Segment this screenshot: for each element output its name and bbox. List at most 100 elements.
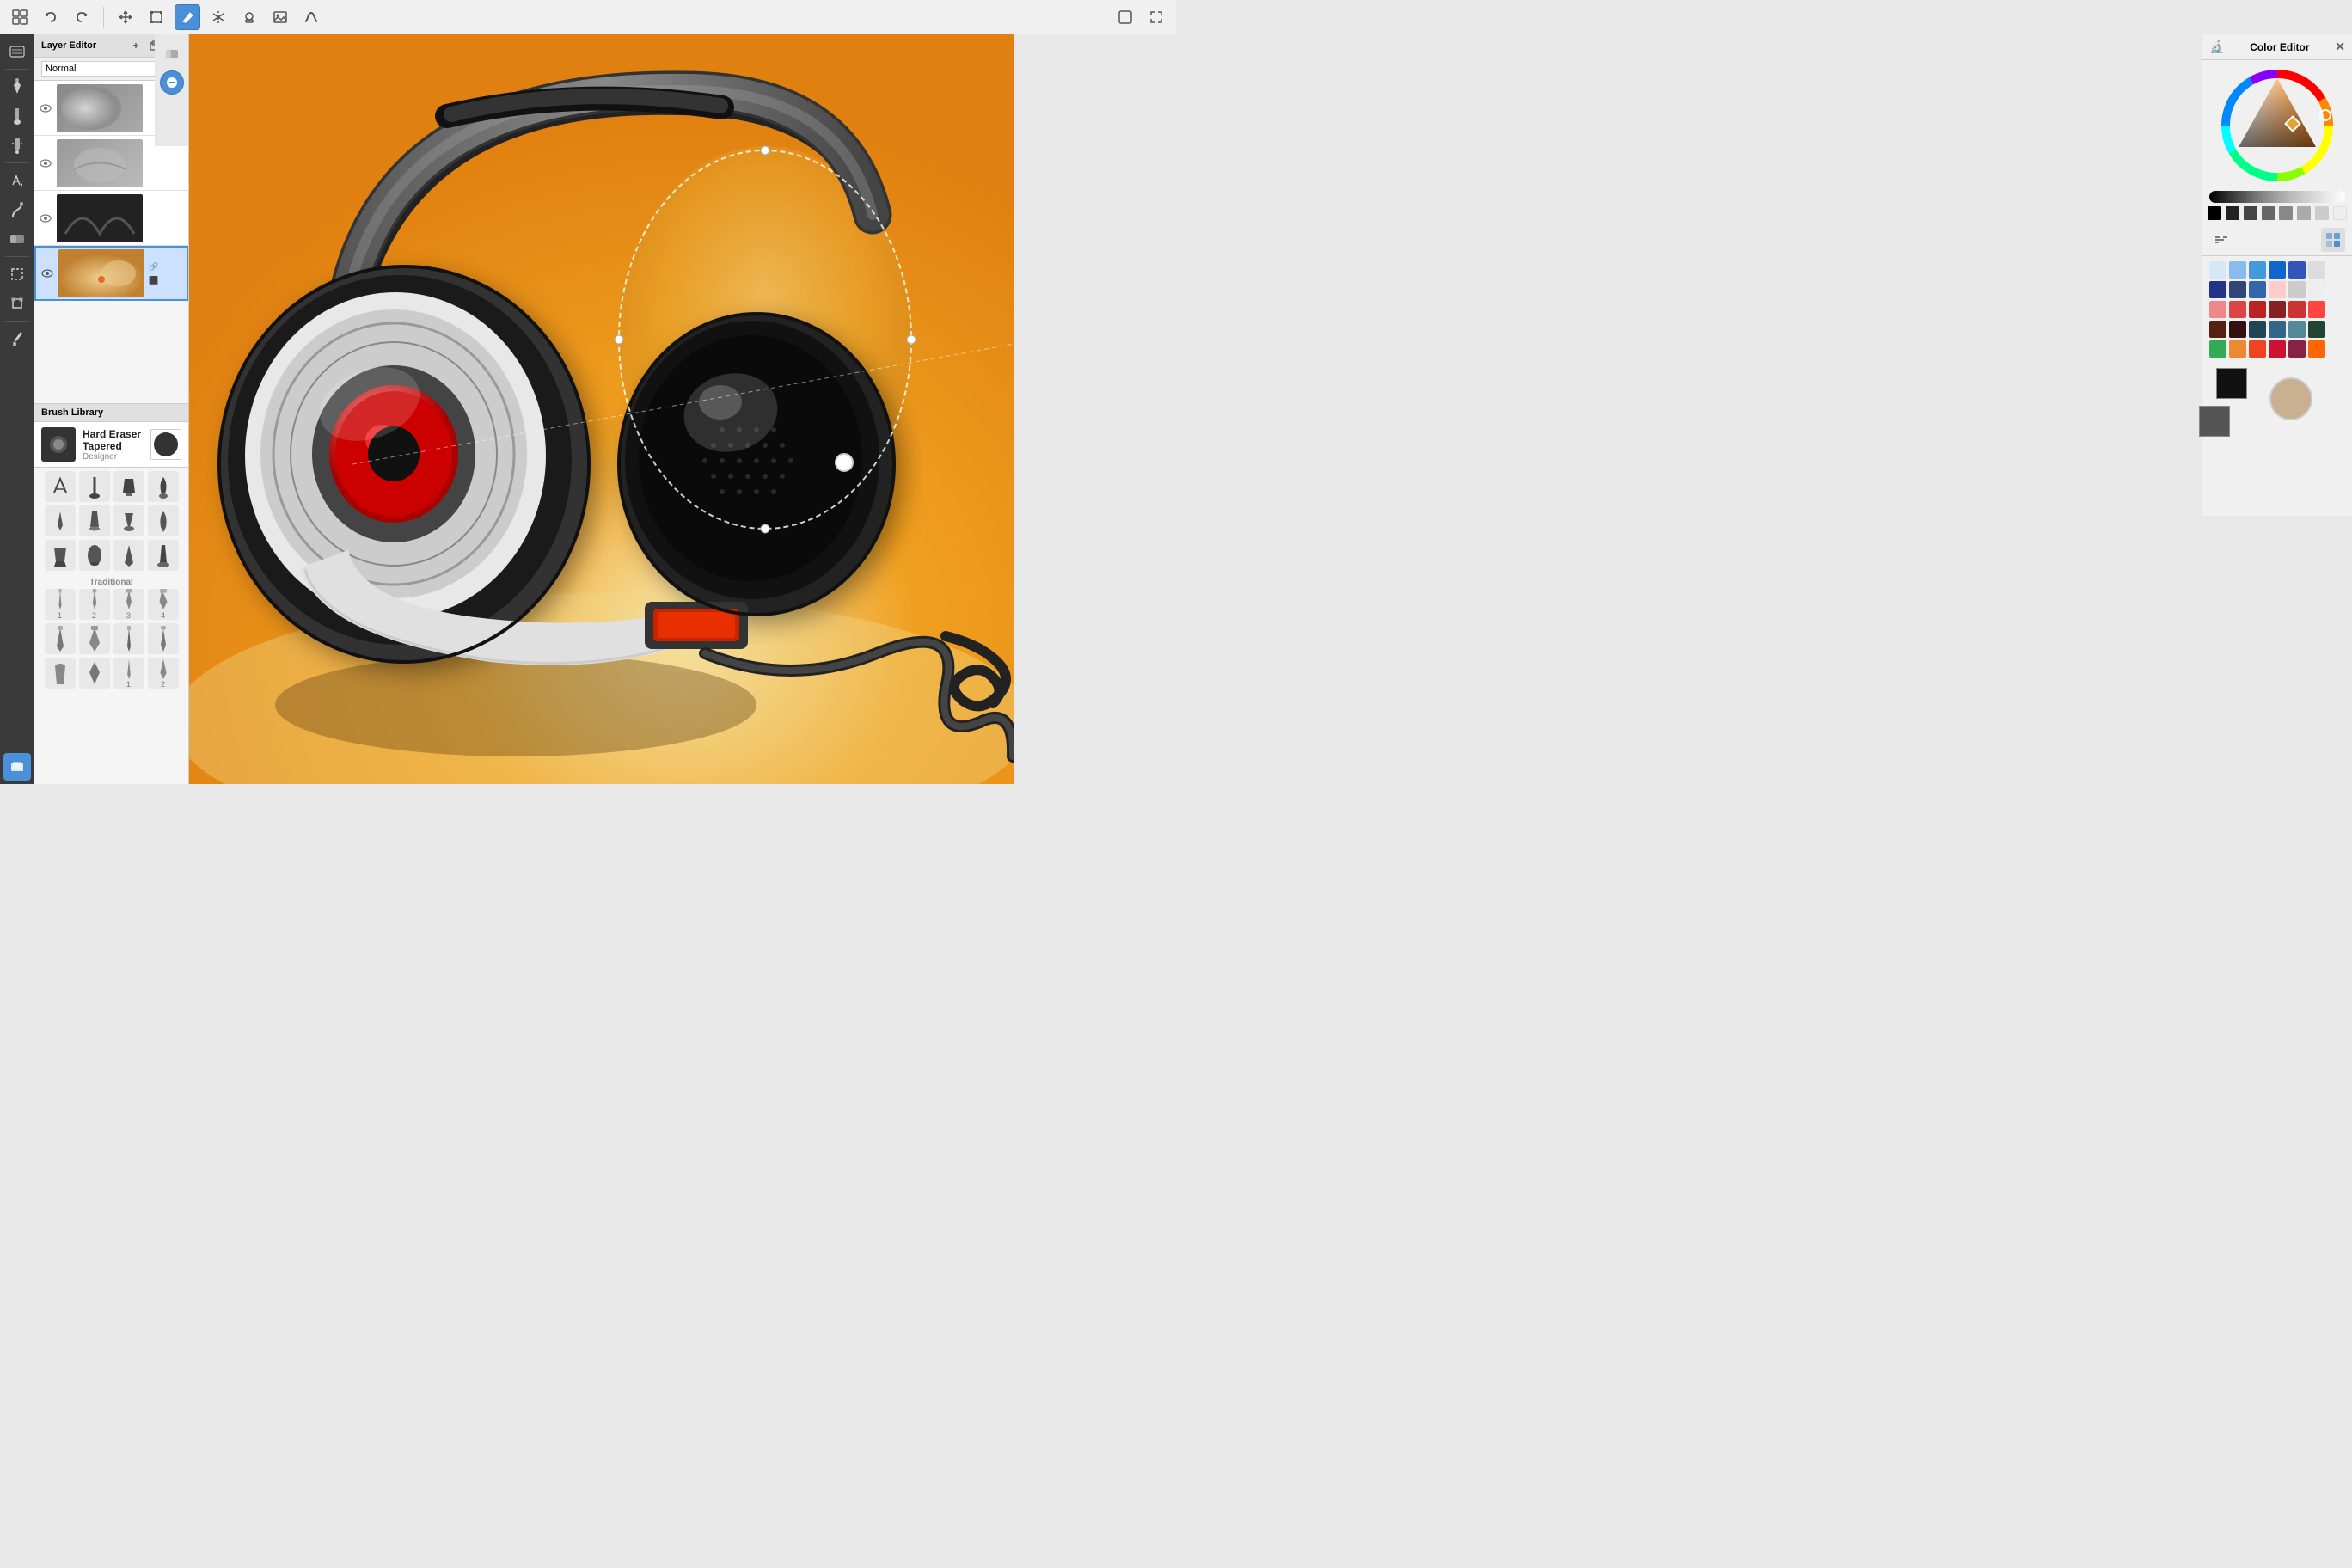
- brush-item[interactable]: [113, 471, 144, 502]
- color-wheel[interactable]: [2217, 65, 2337, 186]
- brush-item-trad[interactable]: [148, 623, 179, 654]
- tool-fill[interactable]: [3, 167, 31, 194]
- brush-item-trad[interactable]: 1: [113, 658, 144, 689]
- layer-mask-button[interactable]: ⬛: [148, 274, 160, 286]
- color-swatch[interactable]: [2269, 261, 2286, 279]
- color-eyedropper-icon[interactable]: 🔬: [2209, 40, 2224, 54]
- gray-swatch[interactable]: [2208, 206, 2221, 220]
- maximize-button[interactable]: [1112, 4, 1138, 30]
- color-swatch[interactable]: [2229, 321, 2246, 338]
- tool-eyedropper[interactable]: [3, 325, 31, 352]
- brush-item-trad[interactable]: [45, 623, 76, 654]
- color-swatch[interactable]: [2209, 321, 2226, 338]
- color-swatch[interactable]: [2269, 281, 2286, 298]
- brush-item[interactable]: [45, 540, 76, 571]
- tool-active-layer[interactable]: [3, 753, 31, 781]
- color-swatch[interactable]: [2209, 301, 2226, 318]
- symmetry-button[interactable]: [205, 4, 231, 30]
- color-palette-button[interactable]: [2321, 228, 2345, 252]
- draw-button[interactable]: [175, 4, 200, 30]
- brush-item[interactable]: [148, 471, 179, 502]
- gray-swatch[interactable]: [2226, 206, 2239, 220]
- brush-item[interactable]: [45, 471, 76, 502]
- color-swatch[interactable]: [2308, 281, 2325, 298]
- brush-item-trad[interactable]: [45, 658, 76, 689]
- brush-item-trad[interactable]: [79, 658, 110, 689]
- color-swatch[interactable]: [2288, 340, 2306, 358]
- brush-item-trad[interactable]: 3: [113, 589, 144, 620]
- layer-item-active[interactable]: 🔗 ⬛: [34, 246, 188, 301]
- background-color-swatch[interactable]: [2199, 406, 2230, 437]
- color-swatch[interactable]: [2308, 261, 2325, 279]
- brush-item-trad[interactable]: 4: [148, 589, 179, 620]
- brush-item-trad[interactable]: 1: [45, 589, 76, 620]
- color-swatch[interactable]: [2308, 301, 2325, 318]
- color-swatch[interactable]: [2249, 281, 2266, 298]
- foreground-color-swatch[interactable]: [2216, 368, 2247, 399]
- brush-item[interactable]: [113, 505, 144, 536]
- layer-link-button[interactable]: 🔗: [148, 260, 160, 273]
- color-swatch[interactable]: [2308, 340, 2325, 358]
- gray-swatch[interactable]: [2297, 206, 2311, 220]
- brush-item[interactable]: [113, 540, 144, 571]
- color-swatch[interactable]: [2288, 261, 2306, 279]
- layout-button[interactable]: [7, 4, 33, 30]
- curve-button[interactable]: [298, 4, 324, 30]
- color-swatch[interactable]: [2288, 281, 2306, 298]
- eraser-soft-button[interactable]: [160, 41, 184, 65]
- color-swatch[interactable]: [2249, 340, 2266, 358]
- tool-keyboard[interactable]: [3, 38, 31, 65]
- color-swatch[interactable]: [2209, 261, 2226, 279]
- undo-button[interactable]: [38, 4, 64, 30]
- color-mix-button[interactable]: [2209, 228, 2233, 252]
- color-swatch[interactable]: [2229, 340, 2246, 358]
- move-button[interactable]: [113, 4, 138, 30]
- color-swatch[interactable]: [2269, 321, 2286, 338]
- grayscale-strip[interactable]: [2209, 191, 2345, 203]
- color-swatch[interactable]: [2209, 340, 2226, 358]
- add-layer-button[interactable]: +: [128, 38, 144, 53]
- color-swatch[interactable]: [2249, 321, 2266, 338]
- brush-item-trad[interactable]: [79, 623, 110, 654]
- tool-pen[interactable]: [3, 73, 31, 101]
- color-swatch[interactable]: [2269, 340, 2286, 358]
- brush-item-trad[interactable]: 2: [148, 658, 179, 689]
- brush-item[interactable]: [148, 505, 179, 536]
- redo-button[interactable]: [69, 4, 95, 30]
- color-swatch[interactable]: [2288, 301, 2306, 318]
- fullscreen-button[interactable]: [1143, 4, 1169, 30]
- color-swatch[interactable]: [2229, 301, 2246, 318]
- gray-swatch[interactable]: [2333, 206, 2347, 220]
- color-swatch[interactable]: [2209, 281, 2226, 298]
- color-wheel-container[interactable]: [2202, 60, 2352, 191]
- gray-swatch[interactable]: [2262, 206, 2275, 220]
- color-close-icon[interactable]: ✕: [2335, 40, 2345, 54]
- layer-visibility-toggle[interactable]: [38, 101, 53, 116]
- stamp-button[interactable]: [236, 4, 262, 30]
- color-swatch[interactable]: [2308, 321, 2325, 338]
- color-swatch[interactable]: [2229, 261, 2246, 279]
- gray-swatch[interactable]: [2315, 206, 2329, 220]
- tool-eraser[interactable]: [3, 225, 31, 253]
- brush-item[interactable]: [79, 505, 110, 536]
- current-color-large-swatch[interactable]: [2269, 377, 2312, 420]
- brush-item-trad[interactable]: 2: [79, 589, 110, 620]
- image-button[interactable]: [267, 4, 293, 30]
- tool-brush[interactable]: [3, 102, 31, 130]
- color-swatch[interactable]: [2249, 301, 2266, 318]
- brush-item[interactable]: [79, 471, 110, 502]
- tool-select[interactable]: [3, 260, 31, 288]
- eraser-hard-button[interactable]: [160, 70, 184, 95]
- layer-visibility-toggle[interactable]: [38, 211, 53, 226]
- brush-item[interactable]: [45, 505, 76, 536]
- tool-smudge[interactable]: [3, 196, 31, 224]
- color-swatch[interactable]: [2229, 281, 2246, 298]
- brush-item[interactable]: [148, 540, 179, 571]
- tool-transform-2[interactable]: [3, 290, 31, 317]
- layer-visibility-toggle[interactable]: [38, 156, 53, 171]
- canvas-area[interactable]: [189, 34, 1014, 784]
- layer-visibility-toggle[interactable]: [40, 266, 55, 281]
- color-swatch[interactable]: [2249, 261, 2266, 279]
- gray-swatch[interactable]: [2279, 206, 2293, 220]
- color-swatch[interactable]: [2269, 301, 2286, 318]
